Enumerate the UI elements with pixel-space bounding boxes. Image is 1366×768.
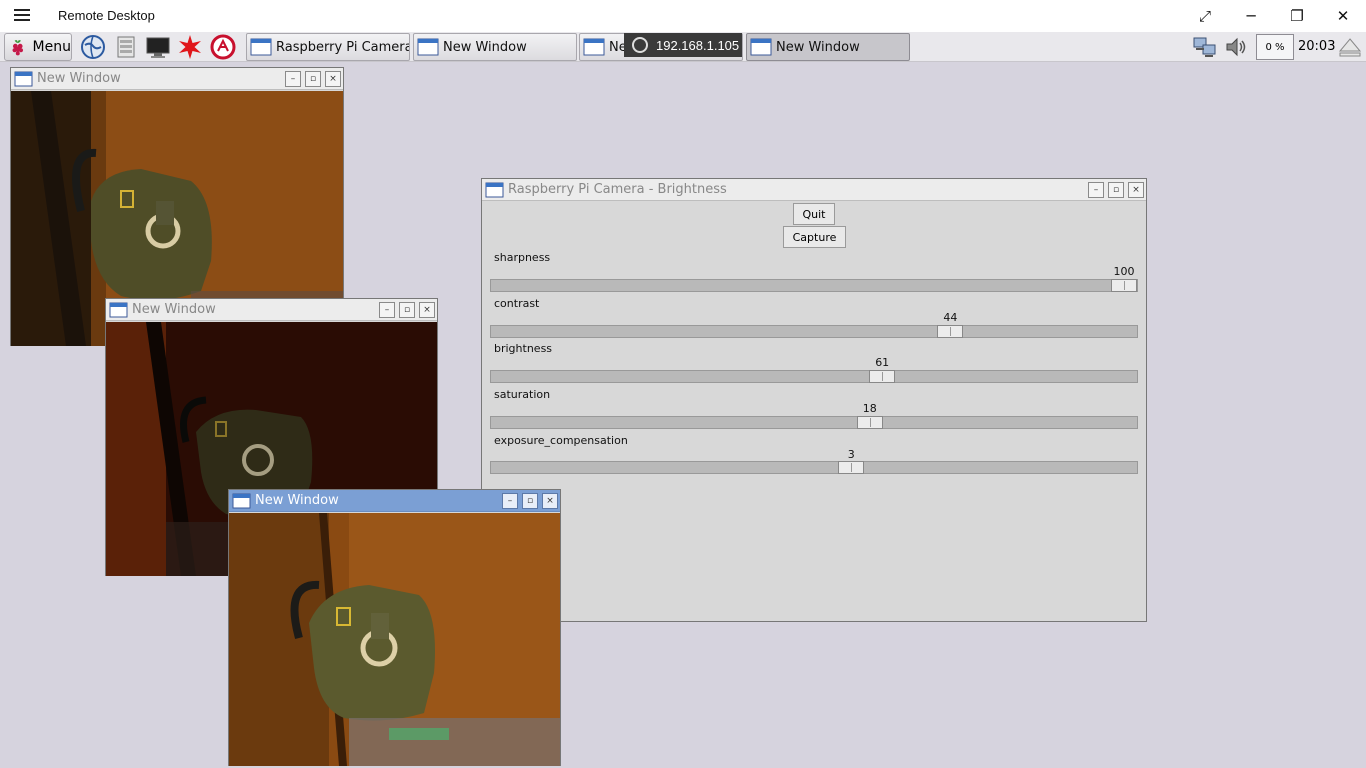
- window-title: New Window: [37, 71, 121, 86]
- preview-window-3[interactable]: New Window – ▫ ×: [228, 489, 561, 766]
- maximize-button[interactable]: ▫: [522, 493, 538, 509]
- window-titlebar[interactable]: New Window – ▫ ×: [229, 490, 560, 512]
- eject-icon[interactable]: [1338, 36, 1362, 58]
- window-icon: [583, 38, 605, 56]
- maximize-button[interactable]: ▫: [399, 302, 415, 318]
- minimize-button[interactable]: ─: [1228, 0, 1274, 32]
- window-titlebar[interactable]: New Window – ▫ ×: [11, 68, 343, 90]
- camera-control-window[interactable]: Raspberry Pi Camera - Brightness – ▫ × Q…: [481, 178, 1147, 622]
- task-button-window-3[interactable]: New Window: [746, 33, 910, 61]
- start-menu-button[interactable]: Menu: [4, 33, 72, 61]
- window-icon: [14, 71, 33, 87]
- slider-value: 61: [875, 356, 890, 369]
- slider-value: 44: [943, 311, 958, 324]
- network-icon[interactable]: [1192, 35, 1218, 59]
- close-button[interactable]: ✕: [1320, 0, 1366, 32]
- close-button[interactable]: ×: [419, 302, 435, 318]
- slider-label: brightness: [494, 342, 553, 355]
- maximize-button[interactable]: ▫: [305, 71, 321, 87]
- slider-label: sharpness: [494, 251, 551, 264]
- menu-label: Menu: [32, 39, 71, 55]
- remote-desktop-title: Remote Desktop: [58, 8, 155, 23]
- contrast-slider[interactable]: [490, 325, 1138, 338]
- window-icon: [417, 38, 439, 56]
- sharpness-slider[interactable]: [490, 279, 1138, 292]
- connection-icon: [632, 37, 648, 53]
- minimize-button[interactable]: –: [285, 71, 301, 87]
- window-icon: [232, 493, 251, 509]
- close-button[interactable]: ×: [325, 71, 341, 87]
- slider-label: exposure_compensation: [494, 434, 628, 447]
- raspberry-pi-icon: [12, 40, 24, 56]
- camera-preview-image: [229, 513, 560, 766]
- capture-button[interactable]: Capture: [783, 226, 846, 248]
- quit-button[interactable]: Quit: [793, 203, 835, 225]
- slider-handle[interactable]: [1111, 279, 1137, 292]
- file-manager-icon[interactable]: [113, 34, 139, 60]
- cpu-monitor[interactable]: 0 %: [1256, 34, 1294, 60]
- brightness-slider[interactable]: [490, 370, 1138, 383]
- connection-address: 192.168.1.105: [656, 37, 740, 53]
- fullscreen-icon[interactable]: ⤢: [1182, 0, 1228, 32]
- wolfram-icon[interactable]: [210, 34, 236, 60]
- remote-desktop-titlebar: Remote Desktop ⤢ ─ ❐ ✕: [0, 0, 1366, 32]
- capture-label: Capture: [792, 230, 837, 244]
- restore-button[interactable]: ❐: [1274, 0, 1320, 32]
- slider-label: saturation: [494, 388, 551, 401]
- slider-label: contrast: [494, 297, 540, 310]
- mathematica-icon[interactable]: [177, 34, 203, 60]
- task-label: New Window: [443, 39, 527, 55]
- connection-badge[interactable]: 192.168.1.105: [624, 33, 742, 57]
- cpu-usage-label: 0 %: [1265, 41, 1285, 53]
- window-icon: [250, 38, 272, 56]
- web-browser-icon[interactable]: [80, 34, 106, 60]
- slider-value: 18: [862, 402, 877, 415]
- terminal-icon[interactable]: [145, 34, 171, 60]
- task-label: New Window: [776, 39, 860, 55]
- window-title: New Window: [132, 302, 216, 317]
- volume-icon[interactable]: [1224, 35, 1250, 59]
- task-label: Raspberry Pi Camera ...: [276, 39, 409, 55]
- minimize-button[interactable]: –: [502, 493, 518, 509]
- slider-value: 100: [1113, 265, 1135, 278]
- window-titlebar[interactable]: New Window – ▫ ×: [106, 299, 437, 321]
- saturation-slider[interactable]: [490, 416, 1138, 429]
- close-button[interactable]: ×: [1128, 182, 1144, 198]
- quit-label: Quit: [802, 207, 826, 221]
- maximize-button[interactable]: ▫: [1108, 182, 1124, 198]
- slider-handle[interactable]: [869, 370, 896, 383]
- window-titlebar[interactable]: Raspberry Pi Camera - Brightness – ▫ ×: [482, 179, 1146, 201]
- slider-handle[interactable]: [838, 461, 865, 474]
- slider-handle[interactable]: [937, 325, 964, 338]
- close-button[interactable]: ×: [542, 493, 558, 509]
- minimize-button[interactable]: –: [1088, 182, 1104, 198]
- window-title: Raspberry Pi Camera - Brightness: [508, 182, 727, 197]
- task-button-window-1[interactable]: New Window: [413, 33, 577, 61]
- minimize-button[interactable]: –: [379, 302, 395, 318]
- window-icon: [109, 302, 128, 318]
- clock[interactable]: 20:03: [1298, 39, 1335, 54]
- window-icon: [485, 182, 504, 198]
- slider-value: 3: [847, 448, 855, 461]
- exposure-compensation-slider[interactable]: [490, 461, 1138, 474]
- task-button-camera[interactable]: Raspberry Pi Camera ...: [246, 33, 410, 61]
- window-title: New Window: [255, 493, 339, 508]
- window-icon: [750, 38, 772, 56]
- hamburger-menu-icon[interactable]: [14, 9, 30, 23]
- slider-handle[interactable]: [856, 416, 883, 429]
